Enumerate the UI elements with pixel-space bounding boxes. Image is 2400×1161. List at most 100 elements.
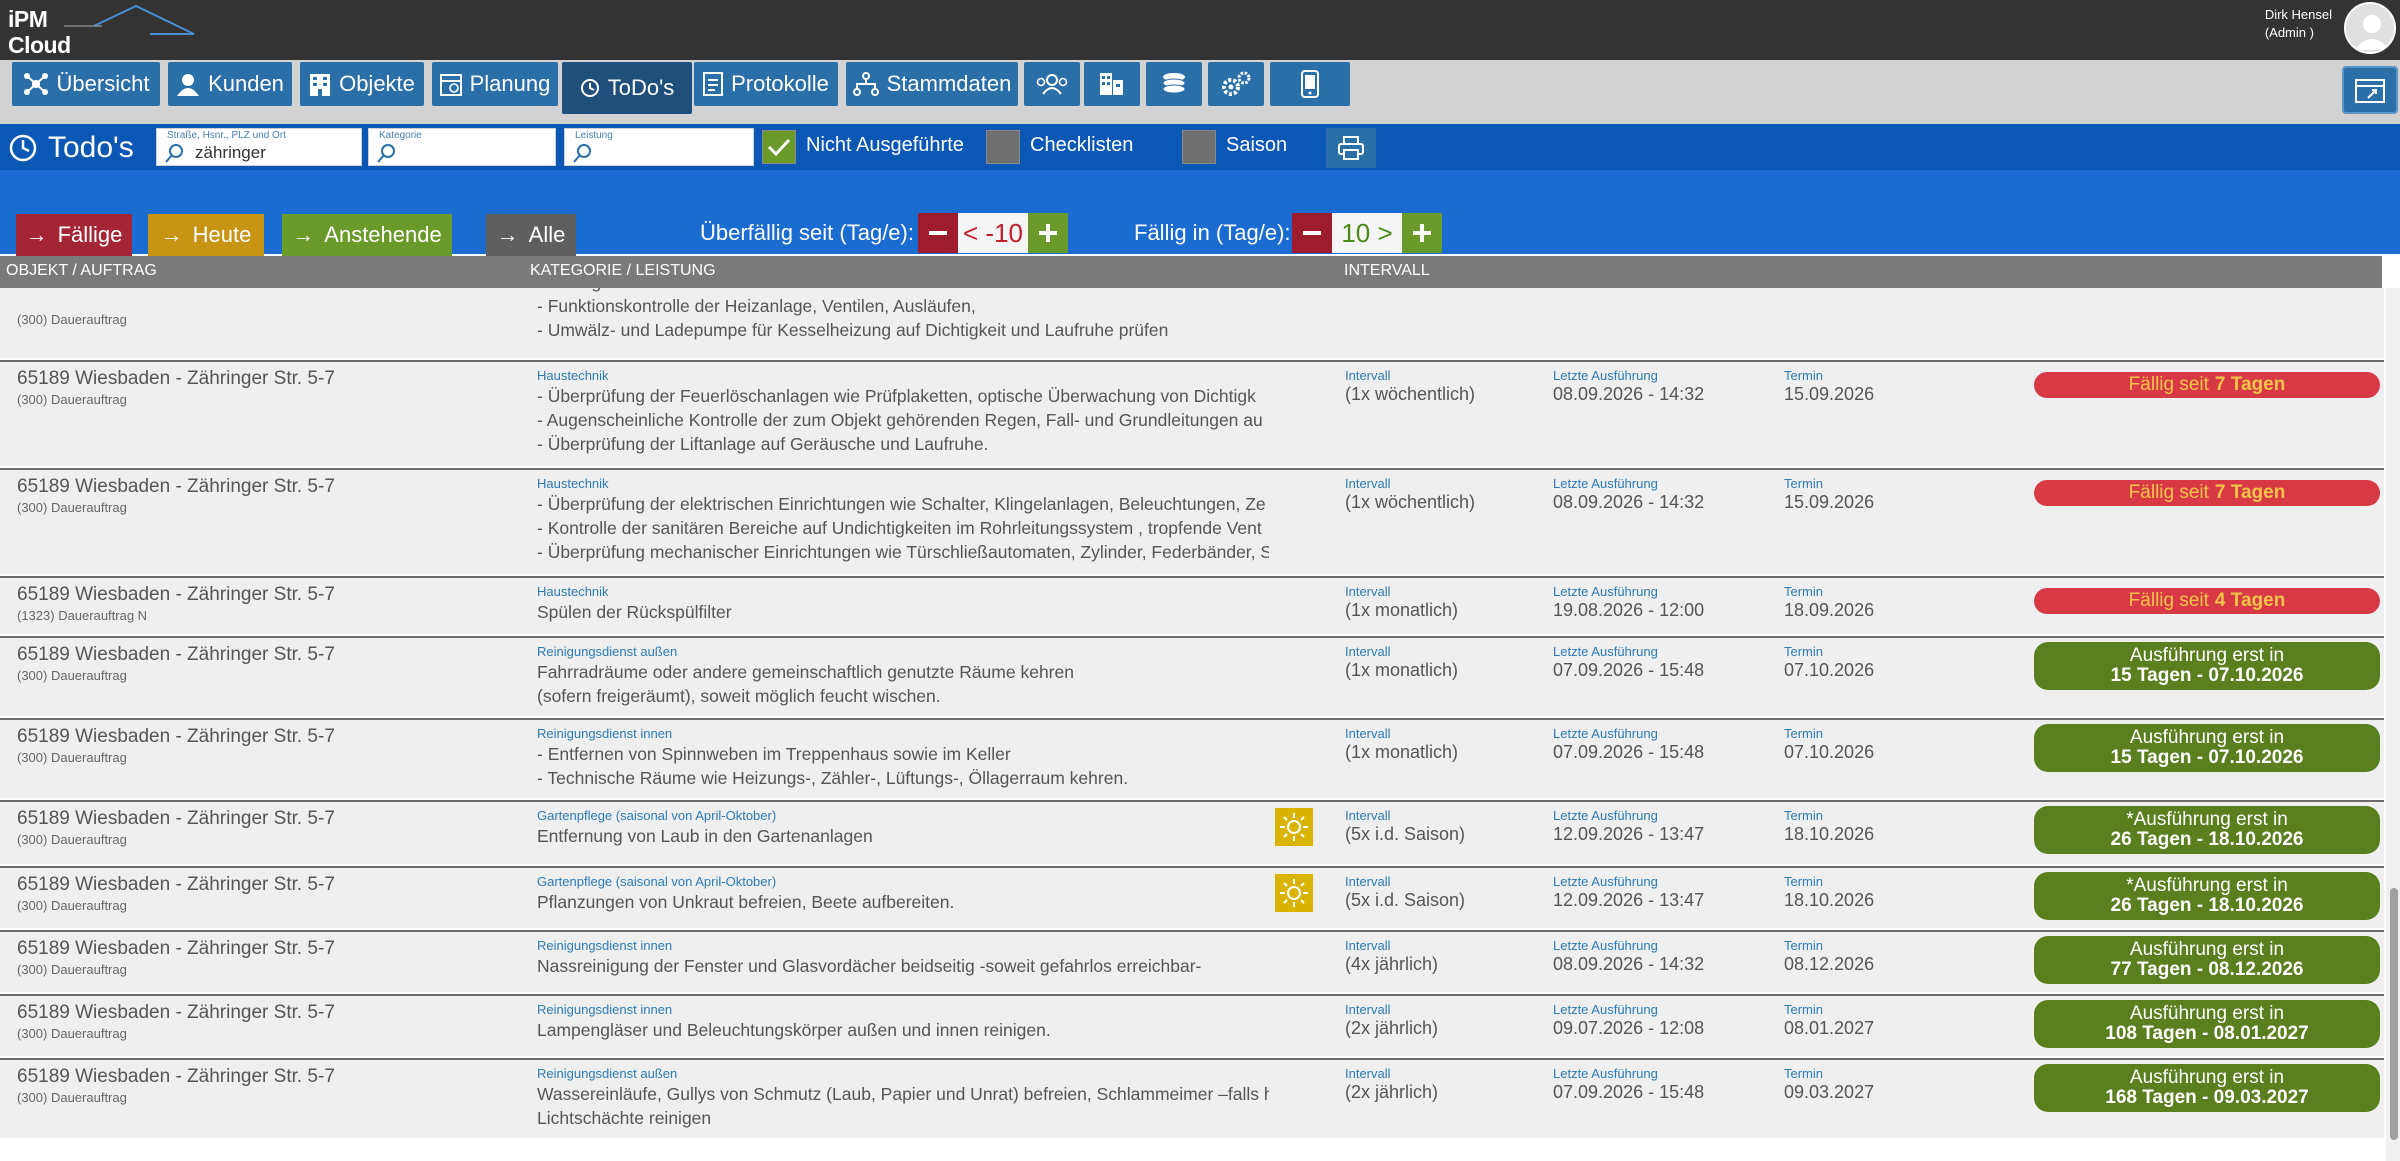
task-description: - Augenscheinliche Kontrolle der zum Obj… — [537, 410, 1263, 430]
last-execution-label: Letzte Ausführung — [1553, 874, 1658, 889]
filter-due-label: Fällige — [57, 222, 123, 247]
object-address: 65189 Wiesbaden - Zähringer Str. 5-7 — [17, 584, 335, 605]
print-button[interactable] — [1326, 128, 1376, 168]
table-row[interactable]: 65189 Wiesbaden - Zähringer Str. 5-7 (300… — [0, 1058, 2384, 1138]
term-value: 09.03.2027 — [1784, 1082, 1875, 1102]
overdue-increase-button[interactable] — [1028, 213, 1068, 253]
season-label: Saison — [1226, 134, 1288, 156]
due-in-increase-button[interactable] — [1402, 213, 1442, 253]
building-icon — [310, 74, 331, 96]
nav-finance[interactable] — [1146, 62, 1202, 106]
category-label: Gartenpflege (saisonal von April-Oktober… — [537, 808, 777, 823]
status-days: 7 Tagen — [2214, 482, 2286, 503]
not-executed-checkbox[interactable] — [762, 130, 796, 164]
nav-buildings[interactable] — [1084, 62, 1140, 106]
filter-today-button[interactable]: → Heute — [148, 214, 264, 256]
status-text: Ausführung erst in — [2129, 939, 2285, 960]
nav-settings[interactable] — [1208, 62, 1264, 106]
nav-mobile[interactable] — [1270, 62, 1350, 106]
task-description: - Umwälz- und Ladepumpe für Kesselheizun… — [537, 320, 1169, 340]
order-number: (1323) Dauerauftrag N — [17, 608, 148, 623]
table-row[interactable]: 65189 Wiesbaden - Zähringer Str. 5-7 (300… — [0, 468, 2384, 574]
due-in-days-value[interactable]: 10 > — [1332, 213, 1402, 253]
category-label: Reinigungsdienst innen — [537, 938, 673, 953]
checklists-checkbox[interactable] — [986, 130, 1020, 164]
nav-label: Objekte — [339, 71, 415, 96]
nav-users-group[interactable] — [1024, 62, 1080, 106]
clock-icon — [9, 134, 37, 162]
nav-objekte[interactable]: Objekte — [300, 62, 424, 106]
filter-due-button[interactable]: → Fällige — [16, 214, 132, 256]
app-logo[interactable]: iPM Cloud — [6, 4, 196, 58]
fullscreen-button[interactable] — [2342, 66, 2398, 114]
overdue-decrease-button[interactable] — [918, 213, 958, 253]
status-badge[interactable]: *Ausführung erst in 26 Tagen - 18.10.2026 — [2034, 806, 2380, 854]
overdue-days-value[interactable]: < -10 — [958, 213, 1028, 253]
address-search-input[interactable]: Straße, Hsnr., PLZ und Ort zähringer — [156, 128, 362, 166]
printer-icon — [1338, 136, 1364, 160]
checklists-label: Checklisten — [1030, 134, 1134, 156]
nav-stammdaten[interactable]: Stammdaten — [846, 62, 1018, 106]
nav-todos[interactable]: ToDo's — [562, 62, 692, 114]
table-row[interactable]: 65189 Wiesbaden - Zähringer Str. 5-7 (300… — [0, 636, 2384, 716]
status-badge[interactable]: Ausführung erst in 168 Tagen - 09.03.2027 — [2034, 1064, 2380, 1112]
status-badge[interactable]: Fällig seit 7 Tagen — [2034, 372, 2380, 398]
object-address: 65189 Wiesbaden - Zähringer Str. 5-7 — [17, 938, 335, 959]
nav-protokolle[interactable]: Protokolle — [694, 62, 838, 106]
object-address: 65189 Wiesbaden - Zähringer Str. 5-7 — [17, 1066, 335, 1087]
scrollbar-thumb[interactable] — [2390, 888, 2398, 1140]
category-search-input[interactable]: Kategorie — [368, 128, 556, 166]
status-badge[interactable]: Ausführung erst in 108 Tagen - 08.01.2027 — [2034, 1000, 2380, 1048]
todo-list: (300) DauerauftragHeizung:- Funktionskon… — [0, 288, 2384, 1161]
table-row[interactable]: 65189 Wiesbaden - Zähringer Str. 5-7 (300… — [0, 800, 2384, 864]
term-label: Termin — [1784, 1002, 1824, 1017]
filter-upcoming-button[interactable]: → Anstehende — [282, 214, 452, 256]
last-execution-value: 12.09.2026 - 13:47 — [1553, 890, 1705, 910]
table-row[interactable]: 65189 Wiesbaden - Zähringer Str. 5-7 (300… — [0, 360, 2384, 466]
col-category[interactable]: KATEGORIE / LEISTUNG — [530, 262, 716, 280]
nav-planung[interactable]: Planung — [432, 62, 558, 106]
nav-uebersicht[interactable]: Übersicht — [12, 62, 160, 106]
object-address: 65189 Wiesbaden - Zähringer Str. 5-7 — [17, 726, 335, 747]
status-badge[interactable]: Ausführung erst in 77 Tagen - 08.12.2026 — [2034, 936, 2380, 984]
status-badge[interactable]: Ausführung erst in 15 Tagen - 07.10.2026 — [2034, 642, 2380, 690]
last-execution-label: Letzte Ausführung — [1553, 1066, 1658, 1081]
interval-value: (2x jährlich) — [1345, 1082, 1439, 1102]
status-days: 77 Tagen - 08.12.2026 — [2110, 959, 2304, 980]
status-badge[interactable]: Ausführung erst in 15 Tagen - 07.10.2026 — [2034, 724, 2380, 772]
nav-label: ToDo's — [607, 75, 675, 100]
table-row[interactable]: 65189 Wiesbaden - Zähringer Str. 5-7 (300… — [0, 994, 2384, 1056]
col-interval[interactable]: INTERVALL — [1344, 262, 1430, 280]
task-description: - Überprüfung mechanischer Einrichtungen… — [537, 542, 1269, 562]
order-number: (300) Dauerauftrag — [17, 1090, 127, 1105]
task-description: Entfernung von Laub in den Gartenanlagen — [537, 826, 873, 846]
interval-value: (1x monatlich) — [1345, 742, 1459, 762]
term-value: 18.09.2026 — [1784, 600, 1875, 620]
sun-season-icon — [1275, 874, 1313, 912]
col-object[interactable]: OBJEKT / AUFTRAG — [6, 262, 157, 280]
due-in-label: Fällig in (Tag/e): — [1134, 220, 1291, 245]
filter-all-button[interactable]: → Alle — [486, 214, 576, 256]
table-row[interactable]: 65189 Wiesbaden - Zähringer Str. 5-7 (300… — [0, 866, 2384, 928]
table-row[interactable]: (300) DauerauftragHeizung:- Funktionskon… — [0, 288, 2384, 358]
season-checkbox[interactable] — [1182, 130, 1216, 164]
order-number: (300) Dauerauftrag — [17, 500, 127, 515]
status-badge[interactable]: Fällig seit 4 Tagen — [2034, 588, 2380, 614]
avatar[interactable] — [2344, 2, 2396, 54]
due-in-decrease-button[interactable] — [1292, 213, 1332, 253]
nav-kunden[interactable]: Kunden — [168, 62, 292, 106]
table-row[interactable]: 65189 Wiesbaden - Zähringer Str. 5-7 (132… — [0, 576, 2384, 634]
object-address: 65189 Wiesbaden - Zähringer Str. 5-7 — [17, 644, 335, 665]
nav-label: Planung — [469, 71, 551, 96]
filter-all-label: Alle — [528, 222, 566, 247]
status-badge[interactable]: *Ausführung erst in 26 Tagen - 18.10.2026 — [2034, 872, 2380, 920]
network-icon — [23, 73, 48, 95]
nav-label: Kunden — [208, 71, 284, 96]
status-badge[interactable]: Fällig seit 7 Tagen — [2034, 480, 2380, 506]
nav-label: Stammdaten — [886, 71, 1012, 96]
service-search-input[interactable]: Leistung — [564, 128, 754, 166]
arrow-right-icon: → — [25, 222, 48, 247]
table-row[interactable]: 65189 Wiesbaden - Zähringer Str. 5-7 (300… — [0, 718, 2384, 798]
table-row[interactable]: 65189 Wiesbaden - Zähringer Str. 5-7 (300… — [0, 930, 2384, 992]
status-days: 15 Tagen - 07.10.2026 — [2110, 665, 2304, 686]
